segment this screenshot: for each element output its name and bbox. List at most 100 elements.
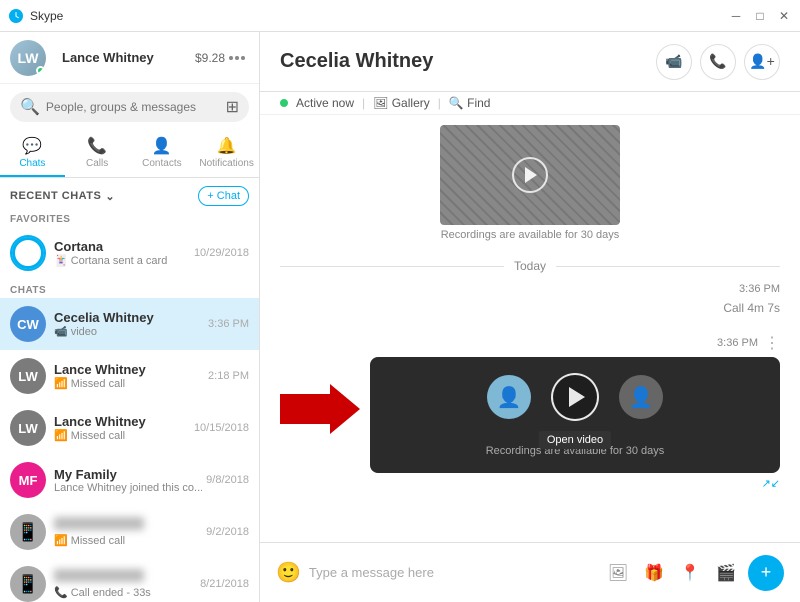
more-options-icon[interactable]: ⋮ bbox=[764, 333, 780, 353]
grid-button[interactable]: ⊞ bbox=[226, 97, 239, 117]
participant-avatar-2: 👤 bbox=[619, 375, 663, 419]
video-message-button[interactable]: 🎬 bbox=[712, 559, 740, 587]
list-item[interactable]: Cortana 🃏 Cortana sent a card 10/29/2018 bbox=[0, 227, 259, 279]
chat-header: Cecelia Whitney 📹 📞 👤+ bbox=[260, 32, 800, 92]
chats-icon: 💬 bbox=[22, 136, 42, 156]
status-indicator bbox=[36, 66, 45, 75]
avatar: 📱 bbox=[10, 514, 46, 550]
expand-button[interactable]: ↗↙ bbox=[762, 477, 780, 490]
chats-header: CHATS bbox=[0, 279, 259, 298]
play-button-icon[interactable] bbox=[512, 157, 548, 193]
contacts-icon: 👤 bbox=[152, 136, 172, 156]
tab-calls[interactable]: 📞 Calls bbox=[65, 130, 130, 177]
avatar bbox=[10, 235, 46, 271]
sidebar: LW Lance Whitney $9.28 🔍 ⊞ bbox=[0, 32, 260, 602]
voice-call-button[interactable]: 📞 bbox=[700, 44, 736, 80]
titlebar: Skype ─ □ ✕ bbox=[0, 0, 800, 32]
profile-balance: $9.28 bbox=[195, 51, 225, 65]
find-link[interactable]: 🔍 Find bbox=[449, 96, 491, 110]
tab-chats-label: Chats bbox=[19, 158, 45, 169]
date-divider: Today bbox=[280, 259, 780, 273]
tab-notifications[interactable]: 🔔 Notifications bbox=[194, 130, 259, 177]
tab-contacts[interactable]: 👤 Contacts bbox=[130, 130, 195, 177]
phone-icon: 📞 bbox=[54, 586, 68, 599]
emoji-button[interactable]: 🙂 bbox=[276, 560, 301, 585]
avatar: MF bbox=[10, 462, 46, 498]
favorites-header: FAVORITES bbox=[0, 210, 259, 227]
active-status: Active now bbox=[296, 96, 354, 110]
message-input[interactable] bbox=[309, 565, 596, 580]
chat-name: Cortana bbox=[54, 239, 190, 254]
search-box: 🔍 ⊞ bbox=[10, 92, 249, 122]
chat-preview: 📶 Missed call bbox=[54, 429, 190, 442]
notifications-icon: 🔔 bbox=[217, 136, 237, 156]
image-button[interactable]: 🖼 bbox=[604, 559, 632, 587]
list-item[interactable]: 📱 📶 Missed call 9/2/2018 bbox=[0, 506, 259, 558]
chat-preview: 📶 Missed call bbox=[54, 377, 204, 390]
gift-button[interactable]: 🎁 bbox=[640, 559, 668, 587]
chat-time: 3:36 PM bbox=[208, 318, 249, 330]
chat-list: FAVORITES Cortana 🃏 Cortana sent a card … bbox=[0, 210, 259, 602]
profile-row: LW Lance Whitney $9.28 bbox=[0, 32, 259, 84]
list-item[interactable]: LW Lance Whitney 📶 Missed call 2:18 PM bbox=[0, 350, 259, 402]
active-indicator bbox=[280, 99, 288, 107]
chat-info: Cortana 🃏 Cortana sent a card bbox=[54, 239, 190, 267]
red-arrow-indicator bbox=[280, 384, 360, 434]
header-actions: 📹 📞 👤+ bbox=[656, 44, 780, 80]
search-input[interactable] bbox=[46, 100, 218, 114]
list-item[interactable]: LW Lance Whitney 📶 Missed call 10/15/201… bbox=[0, 402, 259, 454]
gallery-link[interactable]: 🖼 Gallery bbox=[373, 96, 430, 110]
recent-chats-header: RECENT CHATS ⌄ + Chat bbox=[0, 178, 259, 210]
tab-chats[interactable]: 💬 Chats bbox=[0, 130, 65, 177]
tab-notifications-label: Notifications bbox=[199, 158, 253, 169]
call-duration: Call 4m 7s bbox=[723, 301, 780, 315]
wifi-icon: 📶 bbox=[54, 429, 68, 442]
list-item[interactable]: 📱 📞 Call ended - 33s 8/21/2018 bbox=[0, 558, 259, 602]
chat-name: My Family bbox=[54, 467, 202, 482]
chat-preview: 📶 Missed call bbox=[54, 534, 202, 547]
user-avatar: LW bbox=[10, 40, 46, 76]
video-play-button[interactable] bbox=[551, 373, 599, 421]
status-bar: Active now | 🖼 Gallery | 🔍 Find bbox=[260, 92, 800, 115]
video-call-button[interactable]: 📹 bbox=[656, 44, 692, 80]
chat-preview: 📹 video bbox=[54, 325, 204, 338]
send-button[interactable]: + bbox=[748, 555, 784, 591]
chat-time: 8/21/2018 bbox=[200, 578, 249, 590]
today-label: Today bbox=[514, 259, 546, 273]
chat-time: 2:18 PM bbox=[208, 370, 249, 382]
video-block: 👤 Open video bbox=[370, 357, 780, 473]
avatar: 📱 bbox=[10, 566, 46, 602]
search-icon: 🔍 bbox=[20, 97, 40, 117]
chat-time: 9/2/2018 bbox=[206, 526, 249, 538]
chat-info: My Family Lance Whitney joined this co..… bbox=[54, 467, 202, 494]
video-timestamp: 3:36 PM bbox=[717, 337, 758, 349]
calls-icon: 📞 bbox=[87, 136, 107, 156]
tab-contacts-label: Contacts bbox=[142, 158, 181, 169]
chat-preview: Lance Whitney joined this co... bbox=[54, 482, 202, 494]
more-options-button[interactable] bbox=[225, 52, 249, 64]
list-item[interactable]: CW Cecelia Whitney 📹 video 3:36 PM bbox=[0, 298, 259, 350]
chat-info: Lance Whitney 📶 Missed call bbox=[54, 414, 190, 442]
nav-tabs: 💬 Chats 📞 Calls 👤 Contacts 🔔 Notificatio… bbox=[0, 130, 259, 178]
add-person-button[interactable]: 👤+ bbox=[744, 44, 780, 80]
location-button[interactable]: 📍 bbox=[676, 559, 704, 587]
list-item[interactable]: MF My Family Lance Whitney joined this c… bbox=[0, 454, 259, 506]
blurred-name bbox=[54, 517, 144, 530]
chevron-down-icon: ⌄ bbox=[105, 190, 115, 203]
chat-time: 10/15/2018 bbox=[194, 422, 249, 434]
call-time: 3:36 PM bbox=[739, 283, 780, 295]
recording-note: Recordings are available for 30 days bbox=[441, 229, 620, 241]
avatar: LW bbox=[10, 358, 46, 394]
minimize-button[interactable]: ─ bbox=[728, 8, 744, 24]
chat-info: 📶 Missed call bbox=[54, 517, 202, 547]
messages-area: Recordings are available for 30 days Tod… bbox=[260, 115, 800, 542]
video-thumbnail[interactable] bbox=[440, 125, 620, 225]
maximize-button[interactable]: □ bbox=[752, 8, 768, 24]
avatar: CW bbox=[10, 306, 46, 342]
close-button[interactable]: ✕ bbox=[776, 8, 792, 24]
new-chat-button[interactable]: + Chat bbox=[198, 186, 249, 206]
message-input-row: 🙂 🖼 🎁 📍 🎬 + bbox=[260, 542, 800, 602]
recent-chats-label[interactable]: RECENT CHATS ⌄ bbox=[10, 190, 115, 203]
skype-icon bbox=[8, 8, 24, 24]
profile-name: Lance Whitney bbox=[62, 50, 191, 65]
